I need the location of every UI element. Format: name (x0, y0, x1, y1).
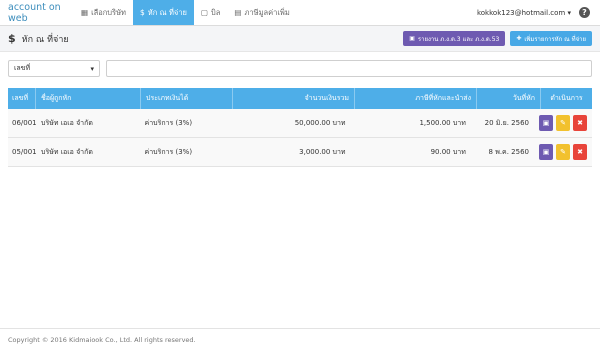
pdf-button[interactable]: ▣ (539, 144, 553, 160)
cell-date: 8 พ.ค. 2560 (488, 147, 529, 156)
nav-item-label: ภาษีมูลค่าเพิ่ม (244, 7, 290, 17)
plus-icon: ✚ (516, 35, 522, 42)
page-title-label: หัก ณ ที่จ่าย (21, 34, 69, 45)
pencil-icon: ✎ (560, 148, 566, 156)
nav-item-select-company[interactable]: ▦ เลือกบริษัท (74, 0, 133, 25)
column-header-date[interactable]: วันที่หัก (477, 88, 541, 109)
pencil-icon: ✎ (560, 119, 566, 127)
dollar-icon: $ (139, 8, 145, 17)
brand-logo[interactable]: account on web (0, 0, 74, 25)
nav-item-label: เลือกบริษัท (91, 7, 126, 17)
cell-number: 05/001 (12, 148, 37, 156)
page-title: $ หัก ณ ที่จ่าย (8, 32, 69, 46)
edit-button[interactable]: ✎ (556, 115, 570, 131)
withholding-table: เลขที่ ชื่อผู้ถูกหัก ประเภทเงินได้ จำนวน… (8, 88, 592, 167)
footer: Copyright © 2016 Kidmaiook Co., Ltd. All… (0, 328, 600, 350)
caret-down-icon: ▾ (567, 8, 571, 17)
filter-row: เลขที่ ▾ (8, 60, 592, 77)
nav-item-withholding-tax[interactable]: $ หัก ณ ที่จ่าย (132, 0, 194, 25)
top-navbar: account on web ▦ เลือกบริษัท $ หัก ณ ที่… (0, 0, 600, 26)
edit-button[interactable]: ✎ (556, 144, 570, 160)
column-header-tax[interactable]: ภาษีที่หักและนำส่ง (355, 88, 477, 109)
report-button-label: รายงาน ภ.ง.ด.3 และ ภ.ง.ด.53 (417, 35, 500, 43)
search-input[interactable] (106, 60, 592, 77)
filter-field-select[interactable]: เลขที่ ▾ (8, 60, 100, 77)
delete-button[interactable]: ✖ (573, 115, 587, 131)
close-icon: ✖ (577, 119, 583, 127)
building-icon: ▦ (81, 8, 89, 17)
column-header-total[interactable]: จำนวนเงินรวม (233, 88, 355, 109)
cell-actions: ▣ ✎ ✖ (534, 109, 592, 137)
user-menu[interactable]: kokkok123@hotmail.com ▾ (477, 9, 571, 17)
filter-select-value: เลขที่ (14, 64, 31, 72)
nav-item-label: หัก ณ ที่จ่าย (147, 7, 187, 17)
book-icon: ▤ (234, 8, 242, 17)
column-header-number[interactable]: เลขที่ (8, 88, 36, 109)
add-button-label: เพิ่มรายการหัก ณ ที่จ่าย (524, 35, 586, 43)
column-header-actions: ดำเนินการ (550, 94, 583, 102)
cell-tax: 1,500.00 บาท (419, 118, 466, 127)
report-button[interactable]: ▣ รายงาน ภ.ง.ด.3 และ ภ.ง.ด.53 (403, 31, 506, 46)
add-withholding-button[interactable]: ✚ เพิ่มรายการหัก ณ ที่จ่าย (510, 31, 592, 46)
nav-item-bill[interactable]: ▢ บิล (194, 0, 227, 25)
table-header: เลขที่ ชื่อผู้ถูกหัก ประเภทเงินได้ จำนวน… (8, 88, 592, 109)
cell-tax: 90.00 บาท (430, 147, 466, 156)
page-header: $ หัก ณ ที่จ่าย ▣ รายงาน ภ.ง.ด.3 และ ภ.ง… (0, 26, 600, 52)
cell-income-type: ค่าบริการ (3%) (144, 147, 193, 156)
cell-income-type: ค่าบริการ (3%) (144, 118, 193, 127)
user-email-label: kokkok123@hotmail.com (476, 8, 566, 17)
column-header-income-type[interactable]: ประเภทเงินได้ (141, 88, 233, 109)
table-row: 06/001 บริษัท เอเอ จำกัด ค่าบริการ (3%) … (8, 109, 592, 138)
cell-total: 3,000.00 บาท (299, 147, 346, 156)
cell-actions: ▣ ✎ ✖ (534, 138, 592, 166)
cell-name: บริษัท เอเอ จำกัด (41, 118, 93, 127)
table-row: 05/001 บริษัท เอเอ จำกัด ค่าบริการ (3%) … (8, 138, 592, 167)
close-icon: ✖ (577, 148, 583, 156)
cell-date: 20 มิ.ย. 2560 (484, 118, 529, 127)
pdf-button[interactable]: ▣ (539, 115, 553, 131)
file-pdf-icon: ▣ (409, 35, 415, 42)
nav-item-label: บิล (211, 7, 221, 17)
nav-item-vat[interactable]: ▤ ภาษีมูลค่าเพิ่ม (227, 0, 296, 25)
file-pdf-icon: ▣ (542, 119, 550, 127)
copyright-text: Copyright © 2016 Kidmaiook Co., Ltd. All… (8, 335, 196, 344)
cell-total: 50,000.00 บาท (294, 118, 346, 127)
cell-name: บริษัท เอเอ จำกัด (41, 147, 93, 156)
cell-number: 06/001 (12, 119, 37, 127)
dollar-icon: $ (8, 32, 16, 45)
document-icon: ▢ (200, 8, 209, 17)
column-header-name[interactable]: ชื่อผู้ถูกหัก (36, 88, 141, 109)
help-icon[interactable]: ? (579, 7, 590, 18)
caret-down-icon: ▾ (90, 64, 94, 73)
file-pdf-icon: ▣ (542, 148, 550, 156)
delete-button[interactable]: ✖ (573, 144, 587, 160)
